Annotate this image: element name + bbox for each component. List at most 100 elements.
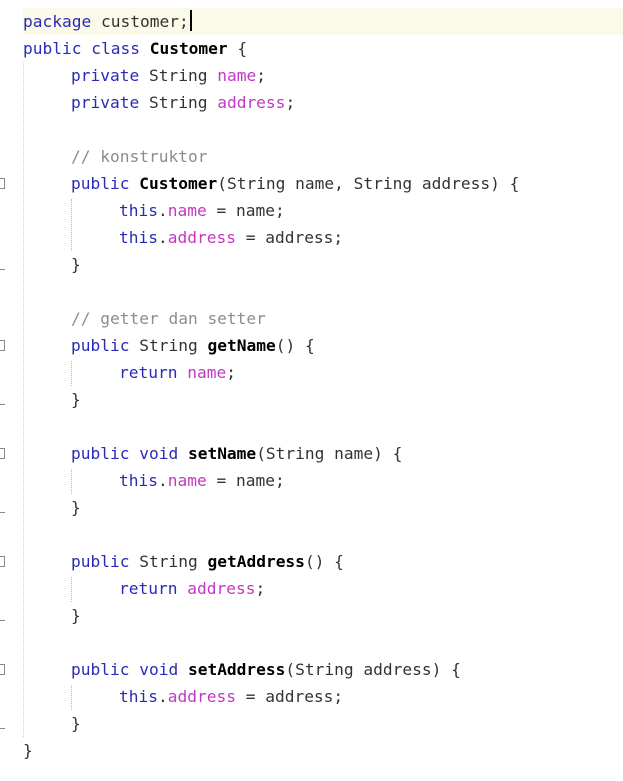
code-text: this.name = name; — [119, 467, 285, 494]
fold-collapse-icon[interactable] — [0, 340, 5, 351]
code-token: } — [71, 390, 81, 409]
code-token: String — [139, 336, 208, 355]
indent-guide — [71, 361, 72, 386]
indent-guide — [71, 685, 72, 710]
code-text: public String getAddress() { — [71, 548, 344, 575]
code-token: = address; — [235, 228, 344, 247]
code-token: = name; — [206, 471, 285, 490]
code-token: package — [23, 12, 92, 31]
code-token: String — [148, 66, 218, 85]
code-token: public void — [71, 660, 188, 679]
code-text: } — [71, 710, 81, 737]
indent-guide — [71, 577, 72, 602]
code-token: private — [71, 93, 149, 112]
code-text: this.name = name; — [119, 197, 285, 224]
code-token: this — [119, 201, 158, 220]
code-text: private String name; — [71, 62, 266, 89]
code-token: ; — [226, 363, 236, 382]
code-token: Customer — [139, 174, 218, 193]
code-token: customer; — [91, 12, 189, 31]
code-token: . — [157, 201, 168, 220]
fold-end-marker — [0, 269, 5, 270]
code-token: . — [157, 471, 168, 490]
code-token: // getter dan setter — [71, 309, 266, 328]
code-token: String — [148, 93, 218, 112]
code-token: . — [157, 228, 168, 247]
code-token: address — [167, 228, 236, 247]
code-token: String — [139, 552, 208, 571]
code-token: getAddress — [207, 552, 305, 571]
code-token: this — [119, 471, 158, 490]
code-token: public void — [71, 444, 188, 463]
code-text: } — [71, 494, 81, 521]
code-token: ; — [255, 579, 266, 598]
code-token: getName — [207, 336, 276, 355]
code-text: this.address = address; — [119, 224, 343, 251]
code-token: = name; — [206, 201, 285, 220]
code-text: public String getName() { — [71, 332, 315, 359]
code-text: // konstruktor — [71, 143, 207, 170]
code-token: this — [119, 687, 158, 706]
code-token: () { — [304, 552, 344, 571]
code-text: return address; — [119, 575, 265, 602]
code-line[interactable]: package customer; — [23, 8, 623, 35]
code-token: private — [71, 66, 149, 85]
code-token: this — [119, 228, 158, 247]
code-text: } — [71, 251, 81, 278]
code-token: Customer — [149, 39, 228, 58]
code-token: return — [119, 579, 188, 598]
code-text: } — [71, 386, 81, 413]
code-token: (String name) { — [256, 444, 403, 463]
code-token: public — [71, 174, 140, 193]
code-token: (String address) { — [285, 660, 461, 679]
code-token: . — [157, 687, 168, 706]
code-token: } — [71, 255, 81, 274]
code-editor[interactable]: package customer; public class Customer {… — [0, 0, 623, 781]
code-token: ; — [256, 66, 266, 85]
code-token: address — [217, 93, 286, 112]
code-token: setAddress — [187, 660, 286, 679]
code-token: () { — [275, 336, 315, 355]
indent-guide — [71, 199, 72, 251]
code-token: name — [217, 66, 257, 85]
fold-end-marker — [0, 404, 5, 405]
code-token: } — [71, 714, 81, 733]
code-text: this.address = address; — [119, 683, 343, 710]
code-token: } — [71, 606, 81, 625]
code-token: name — [167, 201, 207, 220]
code-token: } — [23, 741, 33, 760]
code-token: public — [71, 336, 140, 355]
code-text: public void setName(String name) { — [71, 440, 402, 467]
code-text: package customer; — [23, 8, 192, 35]
code-token: } — [71, 498, 81, 517]
code-token: address — [167, 687, 236, 706]
fold-collapse-icon[interactable] — [0, 178, 5, 189]
fold-end-marker — [0, 512, 5, 513]
code-token: setName — [187, 444, 257, 463]
code-text: } — [71, 602, 81, 629]
code-text: return name; — [119, 359, 236, 386]
code-token: public class — [23, 39, 150, 58]
indent-guide — [71, 469, 72, 494]
code-token: = address; — [235, 687, 344, 706]
fold-collapse-icon[interactable] — [0, 556, 5, 567]
code-text: // getter dan setter — [71, 305, 266, 332]
code-token: public — [71, 552, 140, 571]
text-cursor — [189, 10, 192, 31]
code-token: name — [167, 471, 207, 490]
code-token: (String name, String address) { — [217, 174, 520, 193]
fold-collapse-icon[interactable] — [0, 448, 5, 459]
code-token: // konstruktor — [71, 147, 208, 166]
code-token: address — [187, 579, 256, 598]
code-text: public Customer(String name, String addr… — [71, 170, 519, 197]
code-token: name — [187, 363, 227, 382]
code-text: } — [23, 737, 33, 764]
code-token: return — [119, 363, 188, 382]
fold-collapse-icon[interactable] — [0, 664, 5, 675]
code-text: public class Customer { — [23, 35, 247, 62]
code-text: private String address; — [71, 89, 295, 116]
code-text: public void setAddress(String address) { — [71, 656, 461, 683]
code-token: ; — [285, 93, 296, 112]
indent-guide — [23, 62, 24, 737]
code-token: { — [227, 39, 248, 58]
